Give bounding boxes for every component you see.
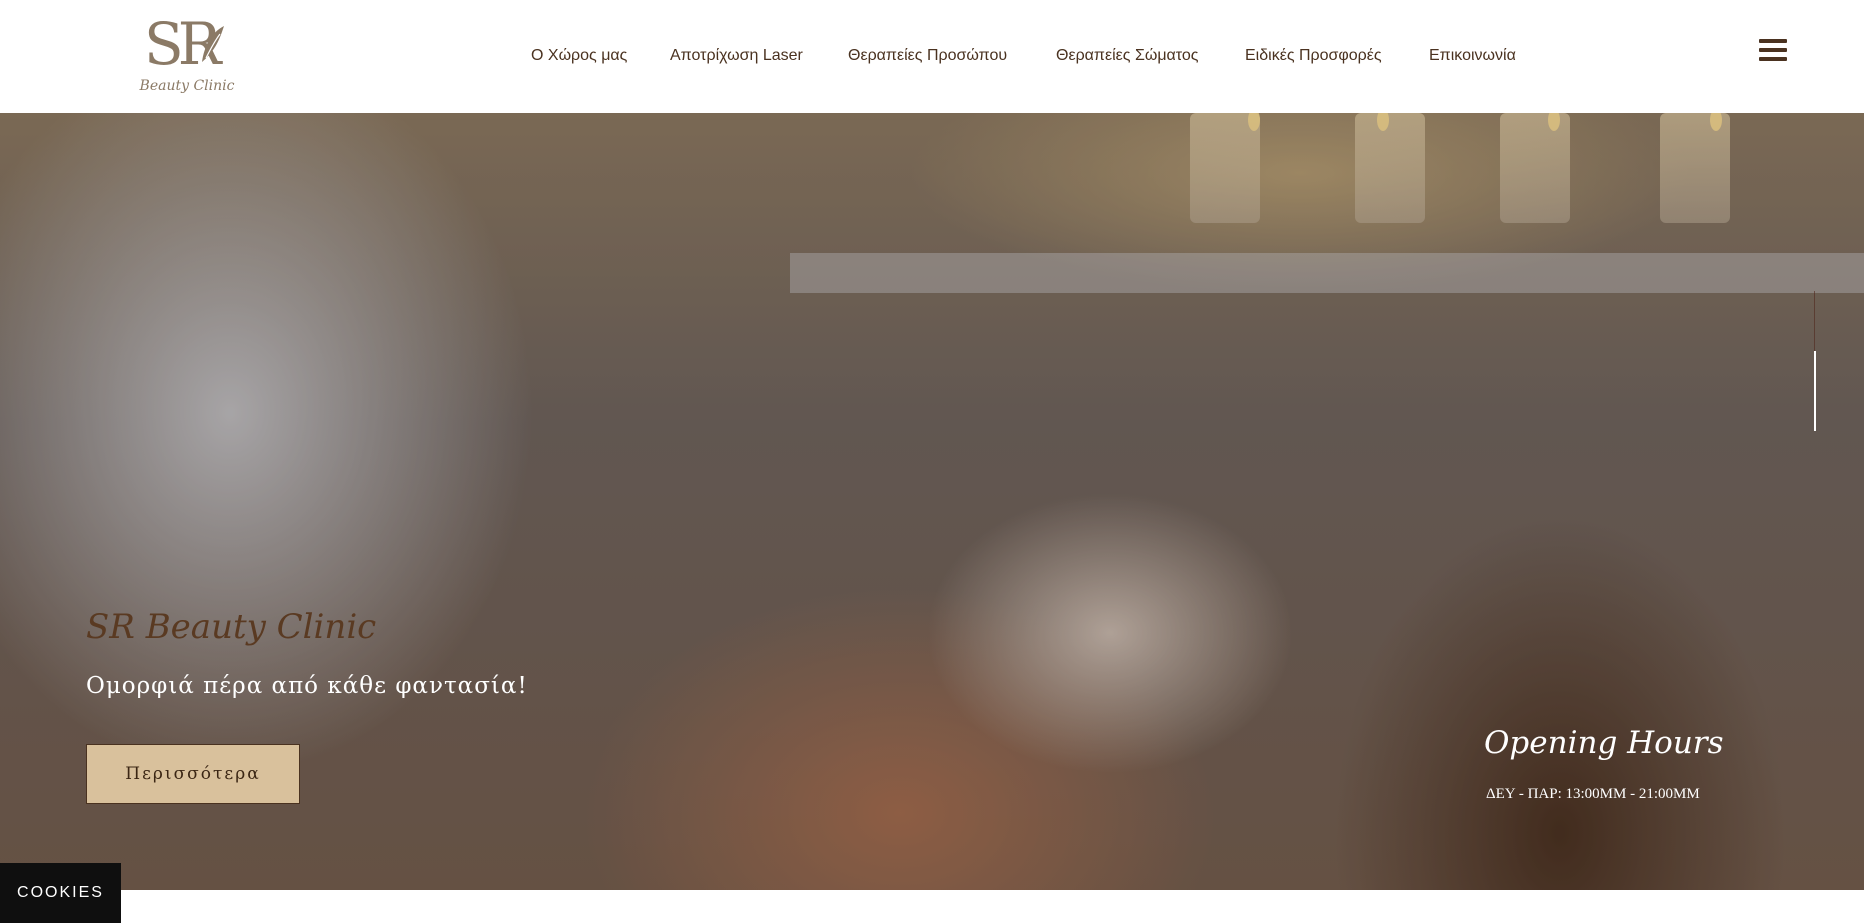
hero-banner: SR Beauty Clinic Ομορφιά πέρα από κάθε φ… <box>0 113 1864 890</box>
slider-indicator-track <box>1814 291 1815 351</box>
nav-item-special-offers[interactable]: Ειδικές Προσφορές <box>1245 46 1382 66</box>
site-header: SR Beauty Clinic Ο Χώρος μας Αποτρίχωση … <box>0 0 1864 113</box>
nav-item-laser-hair-removal[interactable]: Αποτρίχωση Laser <box>670 46 803 66</box>
hero-title: SR Beauty Clinic <box>86 607 377 647</box>
hamburger-menu-icon[interactable] <box>1759 39 1787 65</box>
opening-hours-title: Opening Hours <box>1484 725 1724 761</box>
nav-item-body-treatments[interactable]: Θεραπείες Σώματος <box>1056 46 1199 66</box>
cookies-button[interactable]: COOKIES <box>0 863 121 923</box>
slider-indicator-active[interactable] <box>1814 351 1816 431</box>
nav-item-contact[interactable]: Επικοινωνία <box>1429 46 1516 66</box>
main-nav: Ο Χώρος μας Αποτρίχωση Laser Θεραπείες Π… <box>0 46 1864 70</box>
hero-subtitle: Ομορφιά πέρα από κάθε φαντασία! <box>86 673 528 699</box>
more-button[interactable]: Περισσότερα <box>86 744 300 804</box>
nav-item-face-treatments[interactable]: Θεραπείες Προσώπου <box>848 46 1007 66</box>
nav-item-our-space[interactable]: Ο Χώρος μας <box>531 46 627 66</box>
logo-script: Beauty Clinic <box>139 78 235 94</box>
opening-hours-text: ΔΕΥ - ΠΑΡ: 13:00ΜΜ - 21:00ΜΜ <box>1486 786 1700 802</box>
